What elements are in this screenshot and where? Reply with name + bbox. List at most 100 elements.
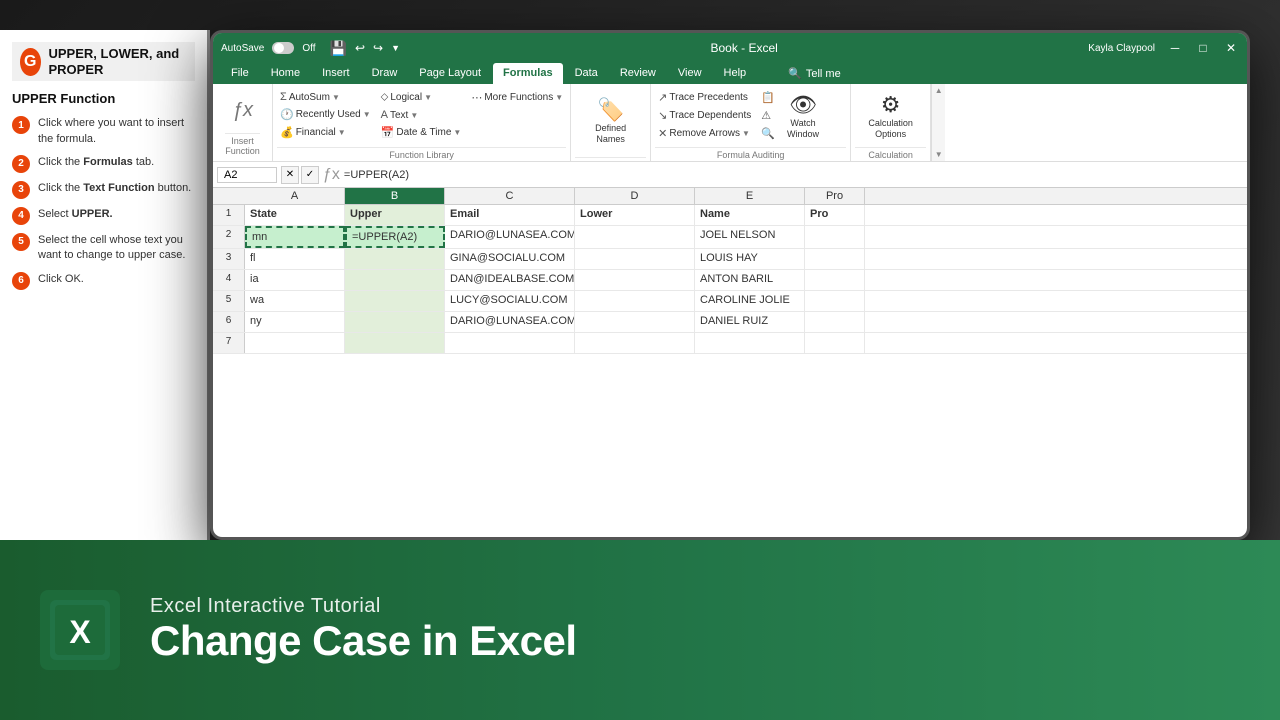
- cancel-formula-button[interactable]: ✕: [281, 166, 299, 184]
- text-dropdown[interactable]: ▼: [410, 111, 418, 120]
- cell-C1[interactable]: Email: [445, 205, 575, 225]
- tab-home[interactable]: Home: [261, 63, 310, 84]
- cell-F6[interactable]: [805, 312, 865, 332]
- cell-B2[interactable]: =UPPER(A2): [345, 226, 445, 248]
- cell-B5[interactable]: [345, 291, 445, 311]
- formula-input[interactable]: [344, 169, 1243, 181]
- cell-C4[interactable]: DAN@IDEALBASE.COM: [445, 270, 575, 290]
- tab-help[interactable]: Help: [714, 63, 757, 84]
- cell-C6[interactable]: DARIO@LUNASEA.COM: [445, 312, 575, 332]
- remove-arrows-dropdown[interactable]: ▼: [742, 129, 750, 138]
- close-button[interactable]: ✕: [1223, 40, 1239, 56]
- calculation-options-button[interactable]: ⚙ CalculationOptions: [863, 91, 918, 143]
- confirm-formula-button[interactable]: ✓: [301, 166, 319, 184]
- cell-F5[interactable]: [805, 291, 865, 311]
- tab-file[interactable]: File: [221, 63, 259, 84]
- cell-C5[interactable]: LUCY@SOCIALU.COM: [445, 291, 575, 311]
- cell-A6[interactable]: ny: [245, 312, 345, 332]
- cell-E2[interactable]: JOEL NELSON: [695, 226, 805, 248]
- recently-used-button[interactable]: 🕐 Recently Used ▼: [277, 106, 374, 123]
- trace-dependents-button[interactable]: ↘ Trace Dependents: [655, 107, 754, 124]
- financial-button[interactable]: 💰 Financial ▼: [277, 124, 374, 141]
- show-formulas-button[interactable]: 📋: [758, 89, 778, 106]
- tab-insert[interactable]: Insert: [312, 63, 360, 84]
- cell-D5[interactable]: [575, 291, 695, 311]
- tab-tell-me[interactable]: 🔍 Tell me: [778, 63, 851, 84]
- evaluate-formula-button[interactable]: 🔍: [758, 125, 778, 142]
- defined-names-button[interactable]: 🏷️ DefinedNames: [590, 96, 631, 148]
- scroll-down-icon[interactable]: ▼: [935, 150, 943, 159]
- cell-E7[interactable]: [695, 333, 805, 353]
- cell-F2[interactable]: [805, 226, 865, 248]
- cell-E6[interactable]: DANIEL RUIZ: [695, 312, 805, 332]
- cell-E3[interactable]: LOUIS HAY: [695, 249, 805, 269]
- cell-C2[interactable]: DARIO@LUNASEA.COM: [445, 226, 575, 248]
- save-icon[interactable]: 💾: [330, 40, 347, 57]
- minimize-button[interactable]: ─: [1167, 40, 1183, 56]
- autosum-dropdown[interactable]: ▼: [332, 93, 340, 102]
- cell-F7[interactable]: [805, 333, 865, 353]
- ribbon-scroll[interactable]: ▲ ▼: [931, 84, 945, 161]
- name-box[interactable]: A2: [217, 167, 277, 183]
- undo-icon[interactable]: ↩: [355, 41, 365, 55]
- cell-C3[interactable]: GINA@SOCIALU.COM: [445, 249, 575, 269]
- tab-draw[interactable]: Draw: [362, 63, 408, 84]
- cell-E5[interactable]: CAROLINE JOLIE: [695, 291, 805, 311]
- text-button[interactable]: A Text ▼: [378, 107, 465, 123]
- tab-page-layout[interactable]: Page Layout: [409, 63, 491, 84]
- cell-F1[interactable]: Pro: [805, 205, 865, 225]
- watch-window-button[interactable]: 👁 WatchWindow: [782, 91, 824, 143]
- cell-D2[interactable]: [575, 226, 695, 248]
- cell-D4[interactable]: [575, 270, 695, 290]
- tab-formulas[interactable]: Formulas: [493, 63, 563, 84]
- cell-D1[interactable]: Lower: [575, 205, 695, 225]
- cell-D7[interactable]: [575, 333, 695, 353]
- date-time-dropdown[interactable]: ▼: [453, 128, 461, 137]
- logical-dropdown[interactable]: ▼: [424, 93, 432, 102]
- error-checking-button[interactable]: ⚠: [758, 107, 778, 124]
- col-header-D[interactable]: D: [575, 188, 695, 204]
- autosum-button[interactable]: Σ AutoSum ▼: [277, 89, 374, 105]
- cell-A7[interactable]: [245, 333, 345, 353]
- quick-access-dropdown[interactable]: ▼: [391, 43, 400, 53]
- cell-B4[interactable]: [345, 270, 445, 290]
- cell-B6[interactable]: [345, 312, 445, 332]
- tab-view[interactable]: View: [668, 63, 712, 84]
- cell-E1[interactable]: Name: [695, 205, 805, 225]
- date-time-button[interactable]: 📅 Date & Time ▼: [378, 124, 465, 141]
- redo-icon[interactable]: ↪: [373, 41, 383, 55]
- tab-data[interactable]: Data: [565, 63, 608, 84]
- col-header-A[interactable]: A: [245, 188, 345, 204]
- cell-D6[interactable]: [575, 312, 695, 332]
- col-header-C[interactable]: C: [445, 188, 575, 204]
- cell-B1[interactable]: Upper: [345, 205, 445, 225]
- more-functions-button[interactable]: ⋯ More Functions ▼: [468, 89, 566, 106]
- more-functions-dropdown[interactable]: ▼: [555, 93, 563, 102]
- col-header-F[interactable]: Pro: [805, 188, 865, 204]
- restore-button[interactable]: □: [1195, 40, 1211, 56]
- cell-C7[interactable]: [445, 333, 575, 353]
- scroll-up-icon[interactable]: ▲: [935, 86, 943, 95]
- col-header-E[interactable]: E: [695, 188, 805, 204]
- remove-arrows-button[interactable]: ✕ Remove Arrows ▼: [655, 125, 754, 142]
- logical-button[interactable]: ⬦ Logical ▼: [378, 89, 465, 106]
- cell-E4[interactable]: ANTON BARIL: [695, 270, 805, 290]
- cell-A5[interactable]: wa: [245, 291, 345, 311]
- cell-D3[interactable]: [575, 249, 695, 269]
- financial-dropdown[interactable]: ▼: [338, 128, 346, 137]
- recently-used-dropdown[interactable]: ▼: [363, 110, 371, 119]
- text-icon: A: [381, 109, 388, 121]
- trace-precedents-button[interactable]: ↗ Trace Precedents: [655, 89, 754, 106]
- cell-A2[interactable]: mn: [245, 226, 345, 248]
- cell-A4[interactable]: ia: [245, 270, 345, 290]
- cell-B3[interactable]: [345, 249, 445, 269]
- cell-A1[interactable]: State: [245, 205, 345, 225]
- insert-function-button[interactable]: ƒx: [225, 96, 261, 125]
- tab-review[interactable]: Review: [610, 63, 666, 84]
- col-header-B[interactable]: B: [345, 188, 445, 204]
- cell-F4[interactable]: [805, 270, 865, 290]
- cell-A3[interactable]: fl: [245, 249, 345, 269]
- autosave-toggle[interactable]: [272, 42, 294, 54]
- cell-F3[interactable]: [805, 249, 865, 269]
- cell-B7[interactable]: [345, 333, 445, 353]
